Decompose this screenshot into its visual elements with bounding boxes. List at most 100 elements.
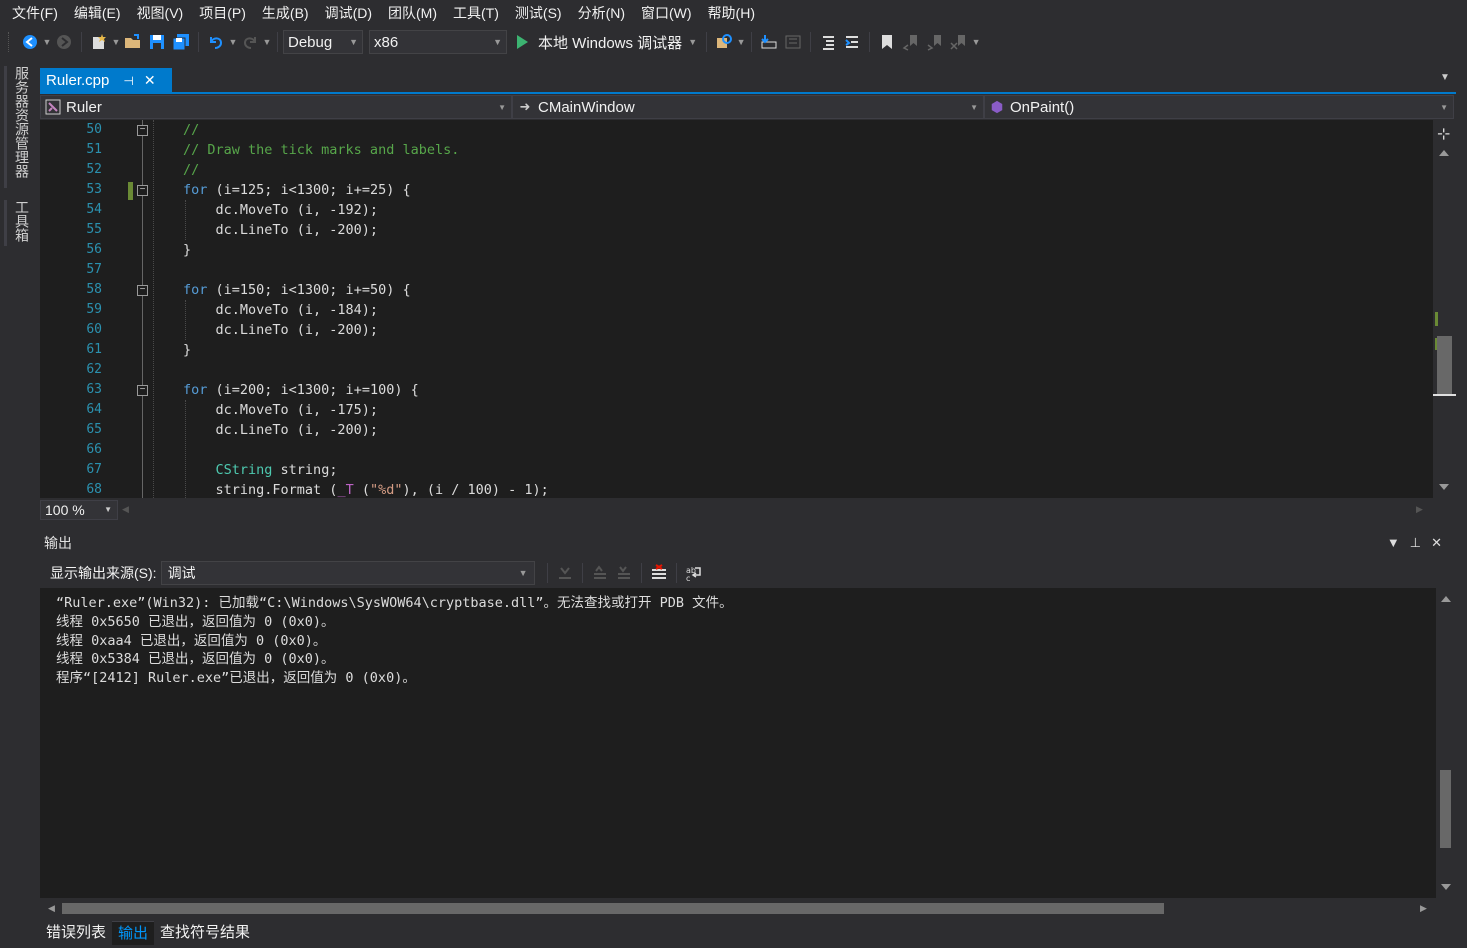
redo-icon[interactable]	[239, 31, 261, 53]
find-dropdown-icon[interactable]: ▼	[736, 31, 746, 53]
solution-configuration-combo[interactable]: Debug ▼	[283, 30, 363, 54]
find-in-files-icon[interactable]	[713, 31, 735, 53]
save-icon[interactable]	[146, 31, 168, 53]
new-project-icon[interactable]	[88, 31, 110, 53]
next-bookmark-icon[interactable]	[924, 31, 946, 53]
platform-value: x86	[374, 33, 399, 51]
toolbar-overflow-icon[interactable]: ▼	[971, 31, 981, 53]
change-marker	[1435, 312, 1438, 326]
back-icon[interactable]	[19, 31, 41, 53]
new-dropdown-icon[interactable]: ▼	[111, 31, 121, 53]
comment-lines-icon[interactable]	[817, 31, 839, 53]
toolbar-separator	[751, 32, 753, 52]
output-line: 线程 0x5384 已退出，返回值为 0 (0x0)。	[56, 651, 335, 667]
collapse-icon[interactable]: −	[137, 185, 148, 196]
class-name: CMainWindow	[538, 98, 635, 116]
undo-icon[interactable]	[205, 31, 227, 53]
line-number: 66	[86, 442, 102, 457]
clear-bookmarks-icon[interactable]	[948, 31, 970, 53]
menu-tools[interactable]: 工具(T)	[445, 0, 507, 26]
pin-icon[interactable]: ⊣	[123, 74, 133, 88]
editor-vertical-scrollbar[interactable]: ⊹	[1433, 120, 1456, 498]
navigation-bar: Ruler ▼ ➜ CMainWindow ▼ OnPaint() ▼	[40, 94, 1456, 120]
output-horizontal-scrollbar[interactable]: ◀ ▶	[40, 898, 1436, 918]
previous-bookmark-icon[interactable]	[900, 31, 922, 53]
run-label: 本地 Windows 调试器	[538, 34, 683, 52]
menu-debug[interactable]: 调试(D)	[317, 0, 380, 26]
zoom-combo[interactable]: 100 % ▼	[40, 500, 118, 520]
scroll-up-icon[interactable]	[1439, 150, 1449, 156]
window-position-icon[interactable]: ▼	[1387, 535, 1400, 551]
undo-dropdown-icon[interactable]: ▼	[228, 31, 238, 53]
uncomment-lines-icon[interactable]	[841, 31, 863, 53]
redo-dropdown-icon[interactable]: ▼	[262, 31, 272, 53]
open-file-icon[interactable]	[122, 31, 144, 53]
output-source-combo[interactable]: 调试 ▼	[160, 561, 535, 585]
tab-toolbox[interactable]: 工具箱	[10, 200, 32, 242]
line-number: 54	[86, 202, 102, 217]
tab-output[interactable]: 输出	[112, 921, 155, 945]
document-tab-ruler-cpp[interactable]: Ruler.cpp ⊣ ✕	[40, 68, 172, 93]
member-combo[interactable]: OnPaint() ▼	[984, 95, 1454, 119]
collapse-icon[interactable]: −	[137, 385, 148, 396]
project-combo[interactable]: Ruler ▼	[40, 95, 512, 119]
scroll-right-icon[interactable]: ▶	[1416, 504, 1423, 515]
menu-test[interactable]: 测试(S)	[507, 0, 570, 26]
menu-help[interactable]: 帮助(H)	[700, 0, 763, 26]
output-text-area[interactable]: “Ruler.exe”(Win32): 已加载“C:\Windows\SysWO…	[40, 588, 1436, 898]
collapse-icon[interactable]: −	[137, 125, 148, 136]
menu-file[interactable]: 文件(F)	[4, 0, 66, 26]
find-message-in-code-icon[interactable]	[554, 562, 576, 584]
split-window-icon[interactable]: ⊹	[1437, 124, 1450, 144]
solution-platform-combo[interactable]: x86 ▼	[369, 30, 507, 54]
tab-error-list[interactable]: 错误列表	[40, 921, 112, 945]
forward-icon[interactable]	[53, 31, 75, 53]
code-line: }	[183, 342, 192, 358]
tab-find-symbol-results[interactable]: 查找符号结果	[154, 921, 256, 945]
menu-edit[interactable]: 编辑(E)	[66, 0, 129, 26]
scroll-down-icon[interactable]	[1441, 884, 1451, 890]
scroll-thumb[interactable]	[1440, 770, 1451, 848]
step-out-icon[interactable]	[782, 31, 804, 53]
bookmark-icon[interactable]	[876, 31, 898, 53]
scroll-right-icon[interactable]: ▶	[1420, 903, 1427, 914]
close-icon[interactable]: ✕	[144, 72, 156, 89]
menu-build[interactable]: 生成(B)	[254, 0, 317, 26]
output-vertical-scrollbar[interactable]	[1436, 588, 1456, 898]
line-number: 65	[86, 422, 102, 437]
output-toolbar: 显示输出来源(S): 调试 ▼ ab c	[40, 558, 1456, 588]
class-combo[interactable]: ➜ CMainWindow ▼	[512, 95, 984, 119]
menu-project[interactable]: 项目(P)	[191, 0, 254, 26]
tab-overflow-icon[interactable]: ▼	[1440, 72, 1450, 83]
code-line: dc.MoveTo (i, -184);	[183, 302, 379, 318]
step-into-icon[interactable]	[758, 31, 780, 53]
next-message-icon[interactable]	[613, 562, 635, 584]
indent-guide	[153, 120, 154, 498]
back-dropdown-icon[interactable]: ▼	[42, 31, 52, 53]
scroll-thumb[interactable]	[62, 903, 1164, 914]
auto-hide-pin-icon[interactable]: ⊥	[1410, 535, 1421, 551]
scroll-left-icon[interactable]: ◀	[122, 504, 129, 515]
close-icon[interactable]: ✕	[1431, 535, 1442, 551]
word-wrap-icon[interactable]: ab c	[683, 562, 705, 584]
previous-message-icon[interactable]	[589, 562, 611, 584]
method-icon	[989, 99, 1005, 115]
tab-server-explorer[interactable]: 服务器资源管理器	[10, 66, 32, 178]
scroll-left-icon[interactable]: ◀	[48, 903, 55, 914]
menu-view[interactable]: 视图(V)	[129, 0, 192, 26]
menu-window[interactable]: 窗口(W)	[633, 0, 700, 26]
code-editor[interactable]: 50 51 52 53 54 55 56 57 58 59 60 61 62 6…	[40, 120, 1433, 498]
save-all-icon[interactable]	[170, 31, 192, 53]
clear-all-icon[interactable]	[648, 562, 670, 584]
start-debugging-button[interactable]: 本地 Windows 调试器 ▼	[513, 30, 701, 54]
collapse-icon[interactable]: −	[137, 285, 148, 296]
menu-team[interactable]: 团队(M)	[380, 0, 445, 26]
scroll-thumb[interactable]	[1437, 336, 1452, 396]
configuration-value: Debug	[288, 33, 333, 51]
code-line: string.Format (_T ("%d"), (i / 100) - 1)…	[183, 482, 549, 498]
menu-analyze[interactable]: 分析(N)	[570, 0, 633, 26]
chevron-down-icon[interactable]: ▼	[688, 37, 697, 47]
scroll-down-icon[interactable]	[1439, 484, 1449, 490]
scroll-up-icon[interactable]	[1441, 596, 1451, 602]
toolbar-grip[interactable]	[8, 32, 12, 52]
